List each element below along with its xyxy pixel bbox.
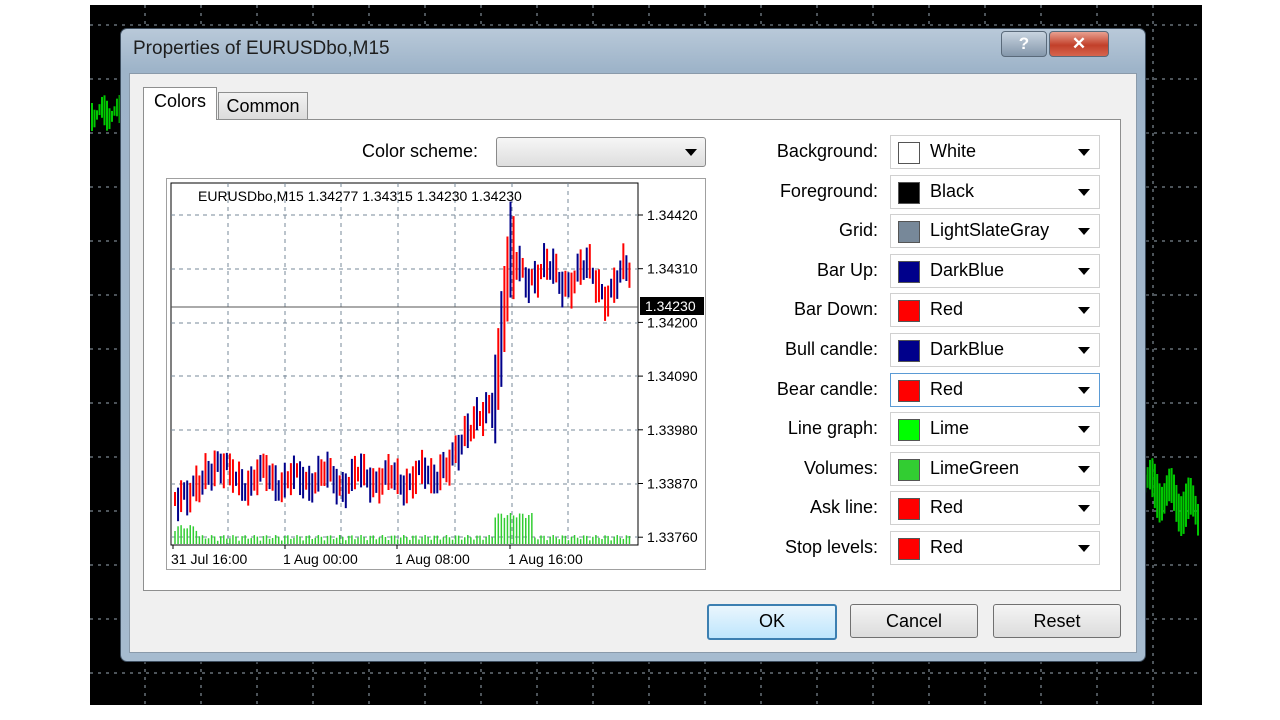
bear-candle-label: Bear candle: — [776, 378, 878, 399]
colors-panel: Color scheme: 1.34420 1.34310 1.34200 1.340… — [143, 119, 1121, 591]
dialog-title: Properties of EURUSDbo,M15 — [133, 38, 390, 59]
ask-line-label: Ask line: — [809, 497, 878, 518]
chevron-down-icon — [1078, 228, 1090, 236]
color-swatch — [898, 379, 920, 402]
chart-header: EURUSDbo,M15 1.34277 1.34315 1.34230 1.3… — [198, 188, 522, 204]
color-swatch — [898, 300, 920, 323]
close-button[interactable]: ✕ — [1049, 31, 1109, 57]
time-tick-label: 1 Aug 00:00 — [283, 551, 358, 567]
volumes-label: Volumes: — [803, 457, 878, 478]
color-swatch — [898, 142, 920, 164]
chart-preview: 1.34420 1.34310 1.34200 1.34090 1.33980 1.338… — [166, 178, 706, 570]
tab-colors[interactable]: Colors — [143, 87, 217, 120]
color-swatch — [898, 458, 920, 481]
bar-down-label: Bar Down: — [793, 299, 878, 320]
bar-down-color-value: Red — [930, 299, 964, 320]
bar-up-label: Bar Up: — [816, 259, 878, 280]
color-scheme-select[interactable] — [496, 137, 706, 167]
background-label: Background: — [776, 141, 878, 161]
reset-button[interactable]: Reset — [993, 604, 1121, 638]
time-tick-label: 31 Jul 16:00 — [171, 551, 247, 567]
volumes-color-select[interactable]: LimeGreen — [890, 451, 1100, 486]
ask-line-color-select[interactable]: Red — [890, 491, 1100, 526]
bear-candle-color-value: Red — [930, 378, 964, 399]
color-scheme-label: Color scheme: — [362, 141, 479, 161]
grid-color-select[interactable]: LightSlateGray — [890, 214, 1100, 249]
line-graph-color-select[interactable]: Lime — [890, 412, 1100, 447]
grid-label: Grid: — [838, 220, 878, 241]
chevron-down-icon — [1078, 426, 1090, 434]
cancel-button[interactable]: Cancel — [850, 604, 978, 638]
time-tick-label: 1 Aug 08:00 — [395, 551, 470, 567]
chevron-down-icon — [1078, 505, 1090, 513]
foreground-label: Foreground: — [779, 180, 878, 201]
color-swatch — [898, 221, 920, 244]
help-button[interactable]: ? — [1001, 31, 1047, 57]
dialog-client-area: Colors Common Color scheme: 1.34420 1.343… — [129, 73, 1137, 653]
background-color-value: White — [930, 141, 977, 161]
color-swatch — [898, 498, 920, 521]
ok-button[interactable]: OK — [707, 604, 837, 640]
volumes-color-value: LimeGreen — [930, 457, 1020, 478]
color-swatch — [898, 181, 920, 204]
properties-dialog: Properties of EURUSDbo,M15 ? ✕ Colors Co… — [120, 28, 1146, 662]
bull-candle-label: Bull candle: — [784, 339, 878, 359]
preview-chart-svg: 1.344201.343101.342001.340901.339801.338… — [170, 182, 704, 567]
line-graph-color-value: Lime — [930, 418, 970, 439]
color-swatch — [898, 340, 920, 362]
chevron-down-icon — [1078, 465, 1090, 473]
chevron-down-icon — [1078, 188, 1090, 196]
bull-candle-color-select[interactable]: DarkBlue — [890, 333, 1100, 367]
bar-up-color-select[interactable]: DarkBlue — [890, 253, 1100, 288]
chevron-down-icon — [1078, 386, 1090, 394]
chevron-down-icon — [1078, 307, 1090, 315]
foreground-color-value: Black — [930, 180, 975, 201]
bear-candle-color-select[interactable]: Red — [890, 372, 1100, 407]
chevron-down-icon — [1078, 267, 1090, 275]
tab-common[interactable]: Common — [218, 92, 308, 119]
ask-line-color-value: Red — [930, 497, 964, 518]
chevron-down-icon — [1078, 545, 1090, 552]
bull-candle-color-value: DarkBlue — [930, 339, 1005, 359]
stop-levels-color-value: Red — [930, 537, 964, 557]
stop-levels-color-select[interactable]: Red — [890, 531, 1100, 565]
color-swatch — [898, 419, 920, 442]
time-tick-label: 1 Aug 16:00 — [508, 551, 583, 567]
bar-up-color-value: DarkBlue — [930, 259, 1005, 280]
stop-levels-label: Stop levels: — [784, 537, 878, 557]
background-color-select[interactable]: White — [890, 135, 1100, 169]
grid-color-value: LightSlateGray — [930, 220, 1050, 241]
line-graph-label: Line graph: — [787, 418, 878, 439]
chevron-down-icon — [1078, 149, 1090, 156]
chevron-down-icon — [1078, 347, 1090, 354]
foreground-color-select[interactable]: Black — [890, 174, 1100, 209]
color-swatch — [898, 260, 920, 283]
color-swatch — [898, 538, 920, 560]
bar-down-color-select[interactable]: Red — [890, 293, 1100, 328]
